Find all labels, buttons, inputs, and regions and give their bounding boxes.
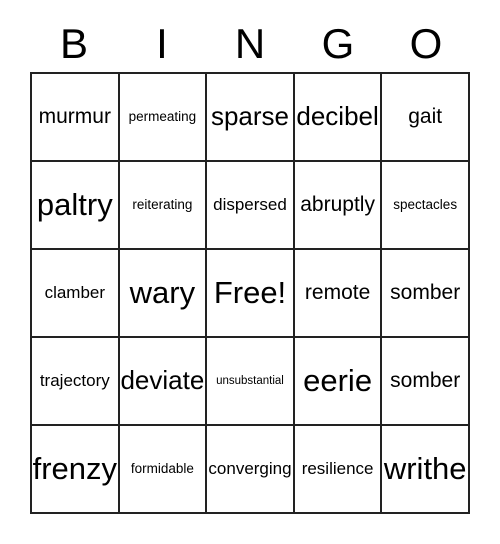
bingo-cell-o5[interactable]: writhe <box>382 426 470 514</box>
bingo-cell-label: paltry <box>36 186 113 222</box>
bingo-cell-g4[interactable]: eerie <box>294 338 383 426</box>
bingo-cell-b4[interactable]: trajectory <box>32 338 120 426</box>
header-letter-n: N <box>234 20 266 67</box>
header-letter-b: B <box>59 20 88 67</box>
bingo-cell-label: murmur <box>38 104 111 128</box>
free-space-label: Free! <box>213 274 287 310</box>
bingo-cell-n2[interactable]: dispersed <box>207 162 295 250</box>
bingo-cell-b5[interactable]: frenzy <box>32 426 120 514</box>
bingo-cell-label: spectacles <box>393 196 458 212</box>
bingo-cell-label: reiterating <box>132 196 193 212</box>
bingo-cell-label: somber <box>390 280 461 304</box>
bingo-cell-i4[interactable]: deviate <box>119 338 208 426</box>
bingo-cell-label: frenzy <box>32 450 118 486</box>
header-letter-i: I <box>156 20 168 67</box>
bingo-cell-label: abruptly <box>300 192 375 216</box>
bingo-cell-b2[interactable]: paltry <box>32 162 120 250</box>
bingo-cell-label: decibel <box>296 101 379 132</box>
bingo-cell-label: converging <box>208 459 292 479</box>
bingo-cell-label: clamber <box>44 283 106 303</box>
bingo-cell-label: dispersed <box>213 195 287 215</box>
bingo-cell-g5[interactable]: resilience <box>294 426 383 514</box>
bingo-header: B I N G O <box>30 16 470 72</box>
bingo-cell-label: formidable <box>130 460 194 476</box>
bingo-cell-b3[interactable]: clamber <box>32 250 120 338</box>
bingo-cell-label: eerie <box>303 362 373 398</box>
bingo-cell-label: resilience <box>301 459 374 479</box>
bingo-cell-o1[interactable]: gait <box>382 74 470 162</box>
bingo-cell-g2[interactable]: abruptly <box>294 162 383 250</box>
bingo-cell-free-space[interactable]: Free! <box>207 250 295 338</box>
bingo-cell-label: unsubstantial <box>216 374 284 387</box>
bingo-cell-label: gait <box>408 104 443 128</box>
bingo-cell-i2[interactable]: reiterating <box>119 162 208 250</box>
bingo-cell-o3[interactable]: somber <box>382 250 470 338</box>
bingo-cell-i3[interactable]: wary <box>119 250 208 338</box>
bingo-cell-label: deviate <box>120 365 205 396</box>
bingo-cell-label: remote <box>304 280 371 304</box>
header-letter-o: O <box>409 20 443 67</box>
bingo-cell-i5[interactable]: formidable <box>119 426 208 514</box>
header-letter-g: G <box>321 20 355 67</box>
bingo-cell-label: sparse <box>210 101 290 132</box>
bingo-card: B I N G O murmur permeating sparse decib… <box>0 0 500 544</box>
bingo-cell-g3[interactable]: remote <box>294 250 383 338</box>
bingo-cell-n1[interactable]: sparse <box>207 74 295 162</box>
bingo-cell-label: somber <box>390 368 461 392</box>
bingo-cell-label: permeating <box>128 108 197 124</box>
bingo-cell-g1[interactable]: decibel <box>294 74 383 162</box>
bingo-cell-o2[interactable]: spectacles <box>382 162 470 250</box>
bingo-cell-b1[interactable]: murmur <box>32 74 120 162</box>
bingo-cell-label: wary <box>129 274 196 310</box>
bingo-grid: murmur permeating sparse decibel gait pa… <box>30 72 470 514</box>
bingo-cell-i1[interactable]: permeating <box>119 74 208 162</box>
bingo-cell-o4[interactable]: somber <box>382 338 470 426</box>
bingo-cell-n4[interactable]: unsubstantial <box>207 338 295 426</box>
bingo-cell-label: trajectory <box>39 371 110 391</box>
bingo-cell-label: writhe <box>383 450 467 486</box>
bingo-cell-n5[interactable]: converging <box>207 426 295 514</box>
